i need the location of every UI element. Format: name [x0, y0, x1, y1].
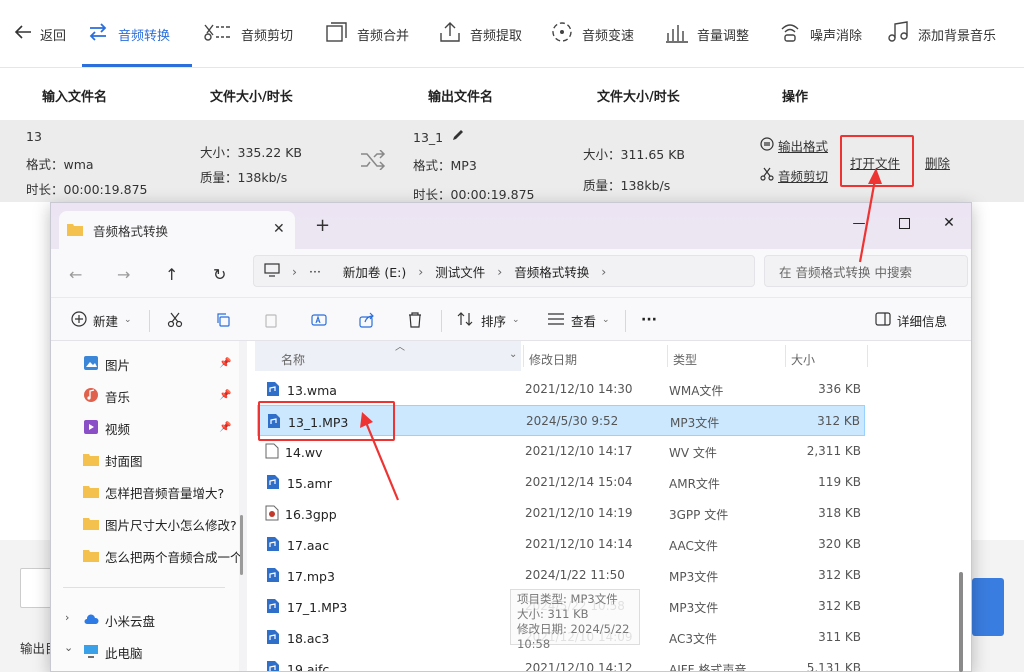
arrow-to-open-file	[858, 168, 882, 263]
arrow-to-selected-file	[360, 412, 400, 501]
annotation-arrows	[360, 168, 882, 501]
